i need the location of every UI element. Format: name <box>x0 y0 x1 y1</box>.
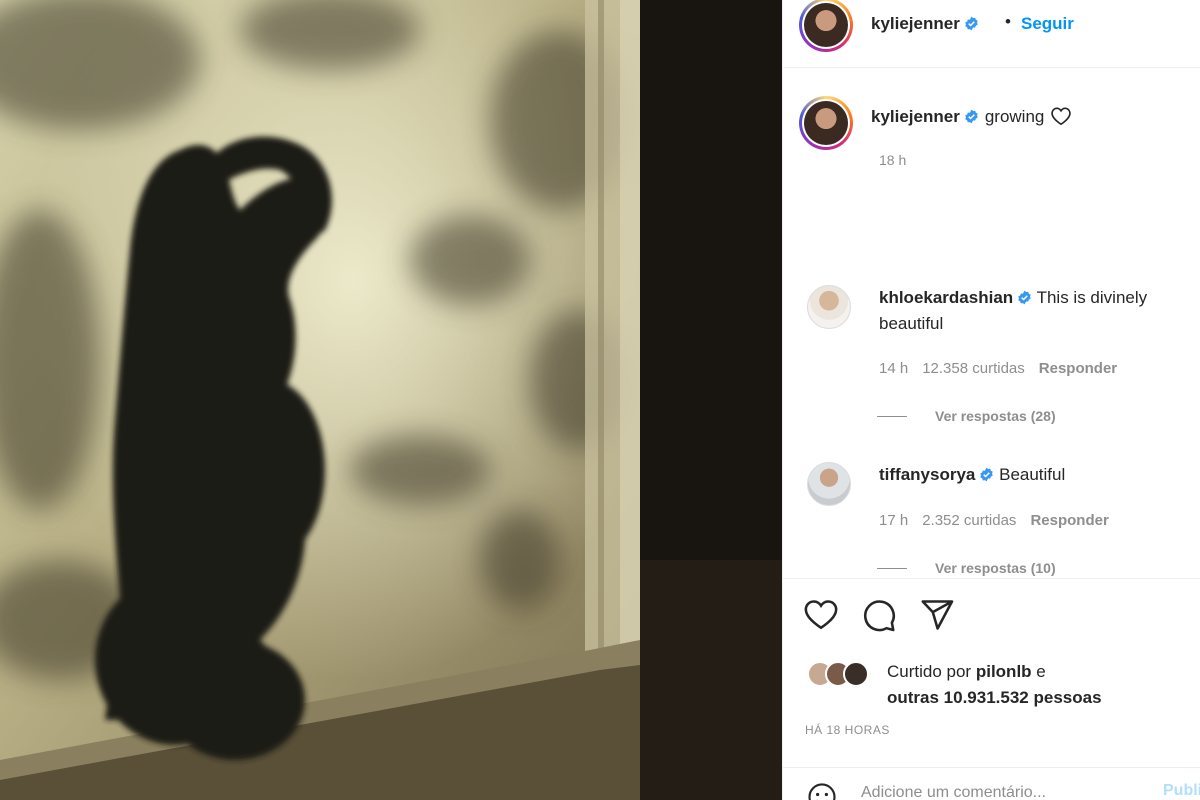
comment-icon[interactable] <box>861 597 897 633</box>
send-icon[interactable] <box>919 597 955 633</box>
publish-button[interactable]: Publicar <box>1163 782 1200 800</box>
smile-icon[interactable] <box>807 782 837 800</box>
reply-button[interactable]: Responder <box>1039 360 1117 377</box>
caption-timestamp: 18 h <box>879 152 907 168</box>
likes-count[interactable]: outras 10.931.532 pessoas <box>887 688 1102 707</box>
verified-badge-icon <box>1018 290 1031 305</box>
post-photo[interactable] <box>0 0 782 800</box>
post-actions: Curtido por pilonlb e outras 10.931.532 … <box>783 578 1200 800</box>
replies-divider <box>877 568 907 569</box>
silhouette-photo-image <box>0 0 782 800</box>
reply-button[interactable]: Responder <box>1030 512 1108 529</box>
comment-likes[interactable]: 2.352 curtidas <box>922 512 1016 529</box>
liked-by-username[interactable]: pilonlb <box>976 662 1032 681</box>
post-time-ago: HÁ 18 HORAS <box>805 723 890 737</box>
comment-time: 14 h <box>879 360 909 377</box>
post-side-panel: kyliejenner • Seguir kyliejenner growing … <box>782 0 1200 800</box>
author-avatar[interactable] <box>799 0 853 52</box>
view-replies-button[interactable]: Ver respostas (10) <box>877 560 1056 576</box>
comment-avatar[interactable] <box>807 462 851 506</box>
comment: khloekardashian This is divinely beautif… <box>879 285 1189 337</box>
caption: kyliejenner growing <box>871 106 1072 127</box>
likes-summary[interactable]: Curtido por pilonlb e outras 10.931.532 … <box>887 659 1102 711</box>
comment-avatar[interactable] <box>807 285 851 329</box>
verified-badge-icon <box>965 16 978 31</box>
comment-username[interactable]: khloekardashian <box>879 288 1013 307</box>
comment-meta: 17 h 2.352 curtidas Responder <box>879 512 1123 529</box>
follow-button[interactable]: Seguir <box>1021 14 1074 34</box>
white-heart-emoji-icon <box>1051 107 1072 126</box>
comment-input[interactable] <box>861 782 1151 800</box>
caption-text: growing <box>984 107 1045 126</box>
comment-meta: 14 h 12.358 curtidas Responder <box>879 360 1131 377</box>
post-header: kyliejenner • Seguir <box>783 0 1200 68</box>
author-username[interactable]: kyliejenner <box>871 14 979 34</box>
verified-badge-icon <box>980 467 994 482</box>
comment-text: Beautiful <box>999 465 1066 484</box>
comment-likes[interactable]: 12.358 curtidas <box>922 360 1025 377</box>
header-separator: • <box>1005 12 1011 31</box>
verified-badge-icon <box>965 109 978 124</box>
view-replies-button[interactable]: Ver respostas (28) <box>877 408 1056 424</box>
caption-author-avatar[interactable] <box>799 96 853 150</box>
heart-icon[interactable] <box>803 597 839 633</box>
comment-time: 17 h <box>879 512 909 529</box>
comment-username[interactable]: tiffanysorya <box>879 465 975 484</box>
caption-username[interactable]: kyliejenner <box>871 107 960 126</box>
replies-divider <box>877 416 907 417</box>
comment-bar: Publicar <box>783 767 1200 800</box>
comment: tiffanysorya Beautiful <box>879 462 1189 488</box>
likers-avatars[interactable] <box>807 661 887 691</box>
